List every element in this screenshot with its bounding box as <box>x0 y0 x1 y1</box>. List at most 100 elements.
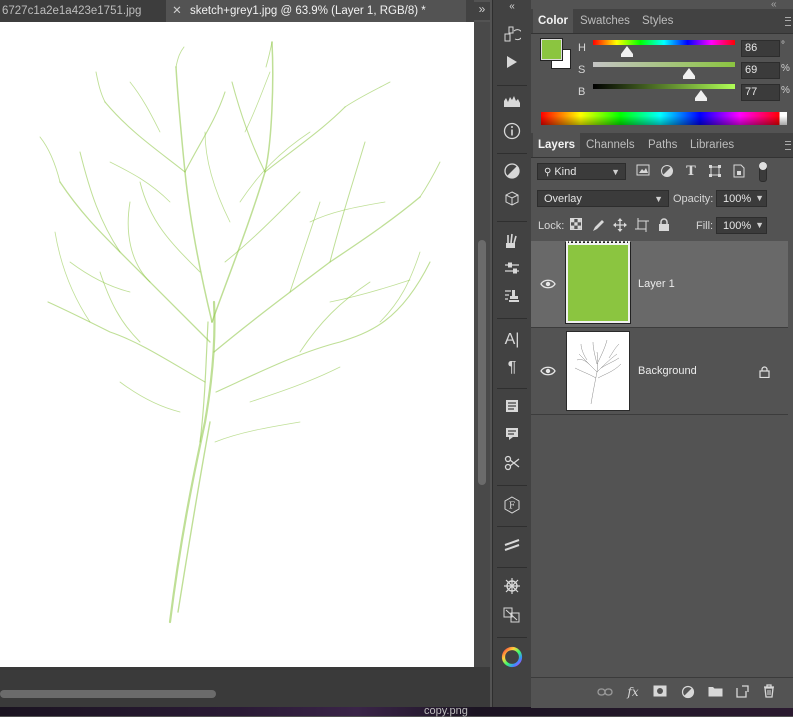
layers-panel-menu-icon[interactable] <box>785 141 791 150</box>
brush-presets-icon[interactable] <box>501 232 523 254</box>
font-icon[interactable]: F <box>501 496 523 518</box>
character-styles-icon[interactable] <box>501 398 523 420</box>
new-layer-icon[interactable] <box>734 685 750 701</box>
brightness-slider[interactable] <box>593 84 735 89</box>
info-icon[interactable] <box>501 122 523 144</box>
tab-styles[interactable]: Styles <box>637 9 678 33</box>
fill-label: Fill: <box>696 220 714 232</box>
blend-mode-dropdown[interactable]: Overlay ▼ <box>537 190 669 207</box>
vertical-scroll-thumb[interactable] <box>478 240 486 485</box>
layer-lock-icon <box>759 366 770 381</box>
layers-bottom-toolbar: fx <box>531 677 793 708</box>
tab-paths[interactable]: Paths <box>643 133 682 157</box>
opacity-value: 100% <box>723 193 752 205</box>
lock-all-icon[interactable] <box>656 218 672 234</box>
new-adjustment-layer-icon[interactable] <box>680 685 696 701</box>
saturation-slider-thumb[interactable] <box>683 68 695 79</box>
histogram-icon[interactable] <box>501 93 523 115</box>
3d-icon[interactable] <box>501 190 523 212</box>
tabs-overflow-icon[interactable]: » <box>474 2 490 20</box>
brightness-slider-thumb[interactable] <box>695 90 707 101</box>
tool-presets-icon[interactable] <box>501 260 523 282</box>
tab-layers[interactable]: Layers <box>533 133 581 157</box>
measurement-icon[interactable] <box>501 454 523 476</box>
right-panels: « Color Swatches Styles H 86 ° S 69 % B … <box>531 0 793 708</box>
visibility-eye-icon[interactable] <box>540 276 556 292</box>
layer-name: Background <box>638 365 697 377</box>
horizontal-scroll-thumb[interactable] <box>0 690 216 698</box>
brightness-value-field[interactable]: 77 <box>741 84 780 101</box>
tree-sketch <box>39 41 441 624</box>
paragraph-styles-icon[interactable] <box>501 426 523 448</box>
saturation-label: S <box>578 64 586 76</box>
layers-list: Layer 1 Background <box>531 241 788 677</box>
color-spectrum-bar[interactable] <box>541 112 787 125</box>
taskbar-label: copy.png <box>424 705 468 717</box>
add-mask-icon[interactable] <box>652 685 668 701</box>
fill-dropdown-button[interactable]: ▼ <box>750 217 767 234</box>
tab-document-1-label: 6727c1a2e1a423e1751.jpg <box>2 5 142 17</box>
new-group-folder-icon[interactable] <box>707 685 723 701</box>
filter-kind-dropdown[interactable]: ⚲ Kind ▼ <box>537 163 626 180</box>
horizontal-scrollbar[interactable] <box>0 667 490 707</box>
tab-document-2[interactable]: ✕ sketch+grey1.jpg @ 63.9% (Layer 1, RGB/… <box>166 0 466 22</box>
opacity-label: Opacity: <box>673 193 714 205</box>
saturation-value-field[interactable]: 69 <box>741 62 780 79</box>
lock-position-icon[interactable] <box>612 218 628 234</box>
tab-libraries[interactable]: Libraries <box>685 133 739 157</box>
timeline-icon[interactable] <box>501 577 523 599</box>
chevron-down-icon: ▼ <box>654 194 663 204</box>
layer-row-background[interactable]: Background <box>531 328 788 415</box>
panel-icon-strip: « A| ¶ F <box>492 0 532 707</box>
glyphs-icon[interactable] <box>501 536 523 558</box>
paragraph-icon[interactable]: ¶ <box>501 357 523 379</box>
layer-1-thumbnail <box>566 241 630 323</box>
color-panel-tabs: Color Swatches Styles <box>531 9 793 34</box>
brightness-unit: % <box>781 85 790 96</box>
brightness-label: B <box>578 86 586 98</box>
tab-document-2-label: sketch+grey1.jpg @ 63.9% (Layer 1, RGB/8… <box>190 5 426 17</box>
play-icon[interactable] <box>501 54 523 76</box>
history-brush-icon[interactable] <box>501 25 523 47</box>
link-layers-icon[interactable] <box>597 685 613 701</box>
delete-layer-trash-icon[interactable] <box>761 684 777 700</box>
collapse-strip-icon[interactable]: « <box>501 0 523 18</box>
lock-artboard-icon[interactable] <box>634 218 650 234</box>
properties-icon[interactable] <box>501 606 523 628</box>
layer-style-fx-icon[interactable]: fx <box>625 684 641 700</box>
hue-slider-thumb[interactable] <box>621 46 633 57</box>
tab-document-1[interactable]: 6727c1a2e1a423e1751.jpg <box>0 0 168 22</box>
tab-color[interactable]: Color <box>533 9 574 33</box>
filter-smart-object-icon[interactable] <box>731 164 747 180</box>
color-wheel-icon[interactable] <box>501 646 523 668</box>
layer-row-layer-1[interactable]: Layer 1 <box>531 241 788 328</box>
saturation-slider[interactable] <box>593 62 735 67</box>
tab-channels[interactable]: Channels <box>581 133 640 157</box>
document-canvas[interactable] <box>0 22 474 667</box>
tab-swatches[interactable]: Swatches <box>575 9 635 33</box>
filter-adjustment-icon[interactable] <box>659 164 675 180</box>
filter-type-icon[interactable]: T <box>683 164 699 180</box>
filter-shape-icon[interactable] <box>707 164 723 180</box>
background-layer-thumbnail <box>566 331 630 411</box>
lock-label: Lock: <box>538 220 565 232</box>
adjustments-icon[interactable] <box>501 162 523 184</box>
saturation-unit: % <box>781 63 790 74</box>
close-tab-icon[interactable]: ✕ <box>170 0 184 22</box>
opacity-dropdown-button[interactable]: ▼ <box>750 190 767 207</box>
hue-value-field[interactable]: 86 <box>741 40 780 57</box>
clone-source-icon[interactable] <box>501 287 523 309</box>
lock-transparent-pixels-icon[interactable] <box>568 218 584 234</box>
hue-slider[interactable] <box>593 40 735 45</box>
color-panel-menu-icon[interactable] <box>785 17 791 26</box>
svg-text:F: F <box>509 502 515 512</box>
lock-image-pixels-icon[interactable] <box>590 218 606 234</box>
visibility-eye-icon[interactable] <box>540 363 556 379</box>
hue-label: H <box>578 42 586 54</box>
filter-pixel-icon[interactable] <box>635 164 651 180</box>
filter-search-icon: ⚲ <box>544 167 552 178</box>
chevron-down-icon: ▼ <box>755 193 764 203</box>
foreground-color-swatch[interactable] <box>540 38 563 61</box>
filter-toggle-switch[interactable] <box>759 162 767 182</box>
character-icon[interactable]: A| <box>501 329 523 351</box>
